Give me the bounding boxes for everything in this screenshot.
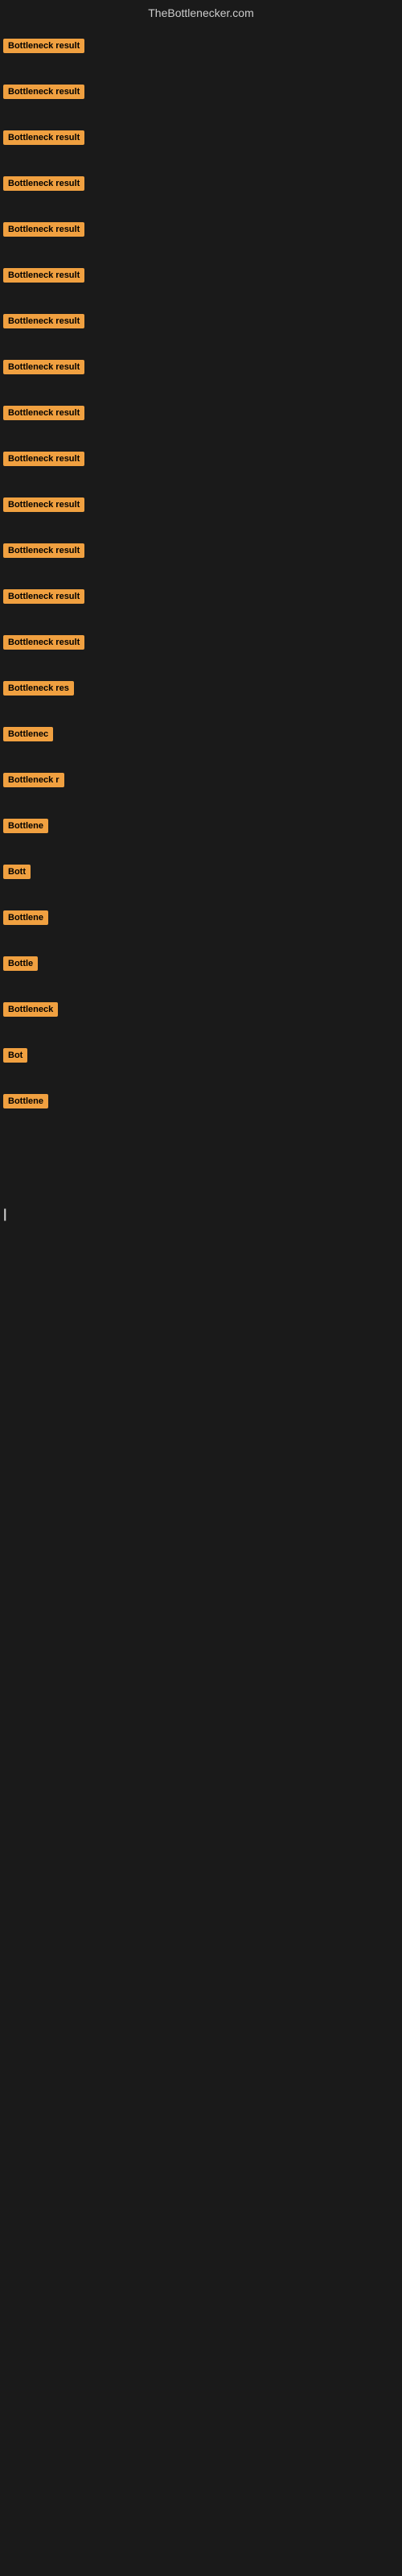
bottleneck-badge: Bottleneck result — [3, 589, 84, 604]
bottleneck-badge: Bot — [3, 1048, 27, 1063]
bottleneck-badge: Bottleneck result — [3, 543, 84, 558]
list-item[interactable]: Bottleneck result — [0, 255, 402, 299]
list-item[interactable]: Bottleneck result — [0, 530, 402, 575]
bottleneck-badge: Bottlenec — [3, 727, 53, 741]
list-item[interactable]: Bottleneck result — [0, 439, 402, 483]
list-item[interactable]: Bottleneck result — [0, 347, 402, 391]
bottleneck-badge: Bottleneck result — [3, 314, 84, 328]
bottleneck-badge: Bottleneck result — [3, 85, 84, 99]
cursor-area: | — [0, 1127, 402, 1449]
bottleneck-badge: Bottlene — [3, 819, 48, 833]
bottleneck-badge: Bottleneck result — [3, 130, 84, 145]
bottleneck-badge: Bottlene — [3, 1094, 48, 1108]
list-item[interactable]: Bottlenec — [0, 714, 402, 758]
list-item[interactable]: Bottleneck result — [0, 485, 402, 529]
list-item[interactable]: Bottleneck result — [0, 209, 402, 254]
list-item[interactable]: Bottleneck result — [0, 118, 402, 162]
bottleneck-badge: Bottlene — [3, 910, 48, 925]
list-item[interactable]: Bottleneck — [0, 989, 402, 1034]
bottleneck-badge: Bott — [3, 865, 31, 879]
list-item[interactable]: Bottleneck result — [0, 301, 402, 345]
bottleneck-badge: Bottleneck — [3, 1002, 58, 1017]
site-title: TheBottlenecker.com — [0, 0, 402, 26]
list-item[interactable]: Bottlene — [0, 898, 402, 942]
bottleneck-badge: Bottleneck r — [3, 773, 64, 787]
bottleneck-badge: Bottleneck result — [3, 39, 84, 53]
list-item[interactable]: Bottleneck r — [0, 760, 402, 804]
bottleneck-badge: Bottleneck res — [3, 681, 74, 696]
list-item[interactable]: Bottleneck result — [0, 26, 402, 70]
list-item[interactable]: Bottleneck res — [0, 668, 402, 712]
bottleneck-badge: Bottleneck result — [3, 635, 84, 650]
list-item[interactable]: Bottleneck result — [0, 622, 402, 667]
bottleneck-badge: Bottleneck result — [3, 222, 84, 237]
bottleneck-badge: Bottleneck result — [3, 452, 84, 466]
list-item[interactable]: Bottle — [0, 943, 402, 988]
bottleneck-badge: Bottleneck result — [3, 406, 84, 420]
items-container: Bottleneck result Bottleneck result Bottle… — [0, 26, 402, 1125]
bottleneck-badge: Bottleneck result — [3, 497, 84, 512]
list-item[interactable]: Bottlene — [0, 806, 402, 850]
list-item[interactable]: Bott — [0, 852, 402, 896]
list-item[interactable]: Bottleneck result — [0, 393, 402, 437]
list-item[interactable]: Bottleneck result — [0, 576, 402, 621]
cursor-indicator: | — [3, 1208, 6, 1222]
list-item[interactable]: Bottleneck result — [0, 163, 402, 208]
bottleneck-badge: Bottleneck result — [3, 360, 84, 374]
bottleneck-badge: Bottleneck result — [3, 176, 84, 191]
list-item[interactable]: Bot — [0, 1035, 402, 1080]
bottleneck-badge: Bottle — [3, 956, 38, 971]
bottleneck-badge: Bottleneck result — [3, 268, 84, 283]
list-item[interactable]: Bottlene — [0, 1081, 402, 1125]
list-item[interactable]: Bottleneck result — [0, 72, 402, 116]
